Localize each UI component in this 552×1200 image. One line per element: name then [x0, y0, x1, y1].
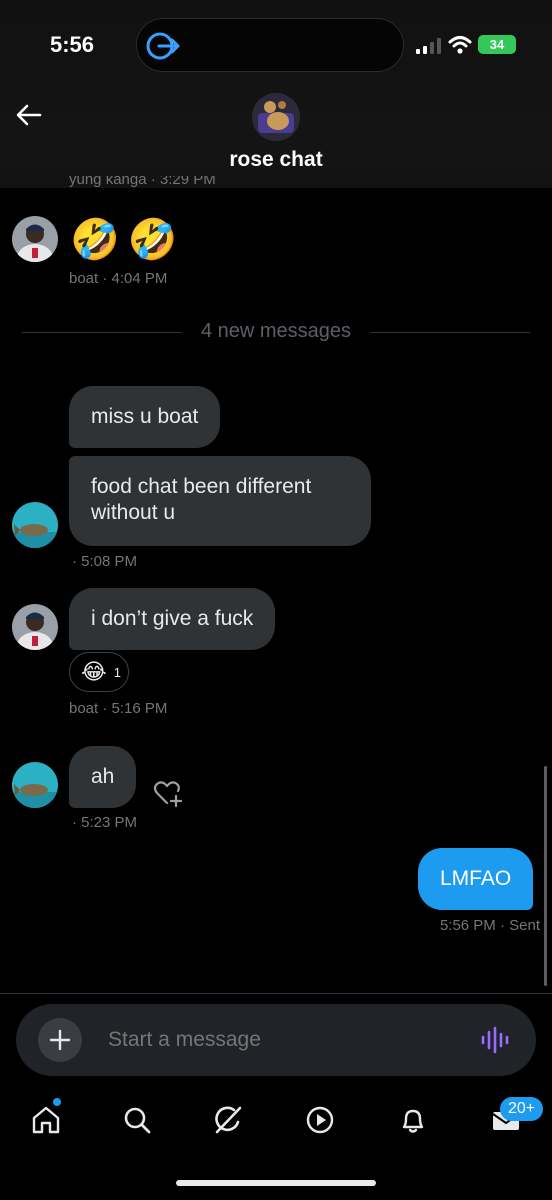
composer-divider: [0, 993, 552, 994]
add-attachment-button[interactable]: [38, 1018, 82, 1062]
message-meta: boat · 4:04 PM: [69, 270, 168, 287]
avatar-boat-image: [12, 216, 58, 262]
previous-message-meta: yung kanga · 3:29 PM: [69, 176, 216, 188]
emoji-message[interactable]: 🤣🤣: [70, 216, 186, 264]
avatar-fish-image: [12, 502, 58, 548]
message-bubble[interactable]: miss u boat: [69, 386, 221, 448]
voice-wave-icon[interactable]: [480, 1026, 512, 1054]
group-avatar[interactable]: [252, 93, 300, 141]
message-bubble[interactable]: food chat been different without u: [69, 456, 371, 546]
avatar-boat[interactable]: [12, 216, 58, 262]
nav-search[interactable]: [117, 1100, 157, 1140]
sent-message-meta: 5:56 PM · Sent: [439, 917, 540, 934]
message-meta: · 5:08 PM: [72, 553, 138, 570]
wifi-icon: [448, 36, 472, 54]
status-bar: 5:56 34: [0, 0, 552, 92]
avatar-boat-image: [12, 604, 58, 650]
sent-message-bubble[interactable]: LMFAO: [418, 848, 534, 910]
grok-icon: [215, 1106, 242, 1134]
nav-notifications[interactable]: [393, 1100, 433, 1140]
nav-grok[interactable]: [208, 1100, 248, 1140]
share-activity-icon: [146, 32, 180, 60]
bottom-nav: [0, 1086, 552, 1156]
divider-line: [370, 332, 530, 333]
message-composer: [16, 1004, 536, 1076]
new-messages-divider: 4 new messages: [22, 320, 530, 344]
group-avatar-image: [252, 93, 300, 141]
message-meta: · 5:23 PM: [72, 814, 138, 831]
nav-video[interactable]: [300, 1100, 340, 1140]
reaction-count: 1: [113, 664, 121, 680]
message-bubble[interactable]: i don’t give a fuck: [69, 588, 276, 650]
plus-icon: [49, 1029, 71, 1051]
message-meta: boat · 5:16 PM: [69, 700, 168, 717]
nav-home[interactable]: [26, 1100, 66, 1140]
home-unread-dot: [53, 1098, 61, 1106]
search-icon: [124, 1107, 151, 1134]
home-indicator[interactable]: [176, 1180, 376, 1186]
reaction-emoji: 😂: [81, 659, 107, 684]
status-time: 5:56: [50, 32, 95, 57]
battery-indicator: 34: [478, 35, 516, 54]
cellular-signal-icon: [416, 38, 441, 54]
home-icon: [32, 1106, 60, 1134]
chat-title[interactable]: rose chat: [0, 148, 552, 172]
bell-icon: [402, 1109, 424, 1133]
avatar-fish[interactable]: [12, 762, 58, 808]
avatar-fish[interactable]: [12, 502, 58, 548]
messages-badge: 20+: [500, 1097, 544, 1121]
add-reaction-heart-icon[interactable]: [152, 778, 184, 808]
reaction-chip[interactable]: 😂 1: [69, 652, 129, 692]
play-icon: [306, 1106, 334, 1134]
avatar-fish-image: [12, 762, 58, 808]
dynamic-island: [136, 18, 404, 72]
scrollbar[interactable]: [544, 766, 547, 986]
back-arrow-icon[interactable]: [14, 100, 44, 130]
avatar-boat[interactable]: [12, 604, 58, 650]
message-bubble[interactable]: ah: [69, 746, 137, 808]
message-input[interactable]: [108, 1026, 448, 1054]
